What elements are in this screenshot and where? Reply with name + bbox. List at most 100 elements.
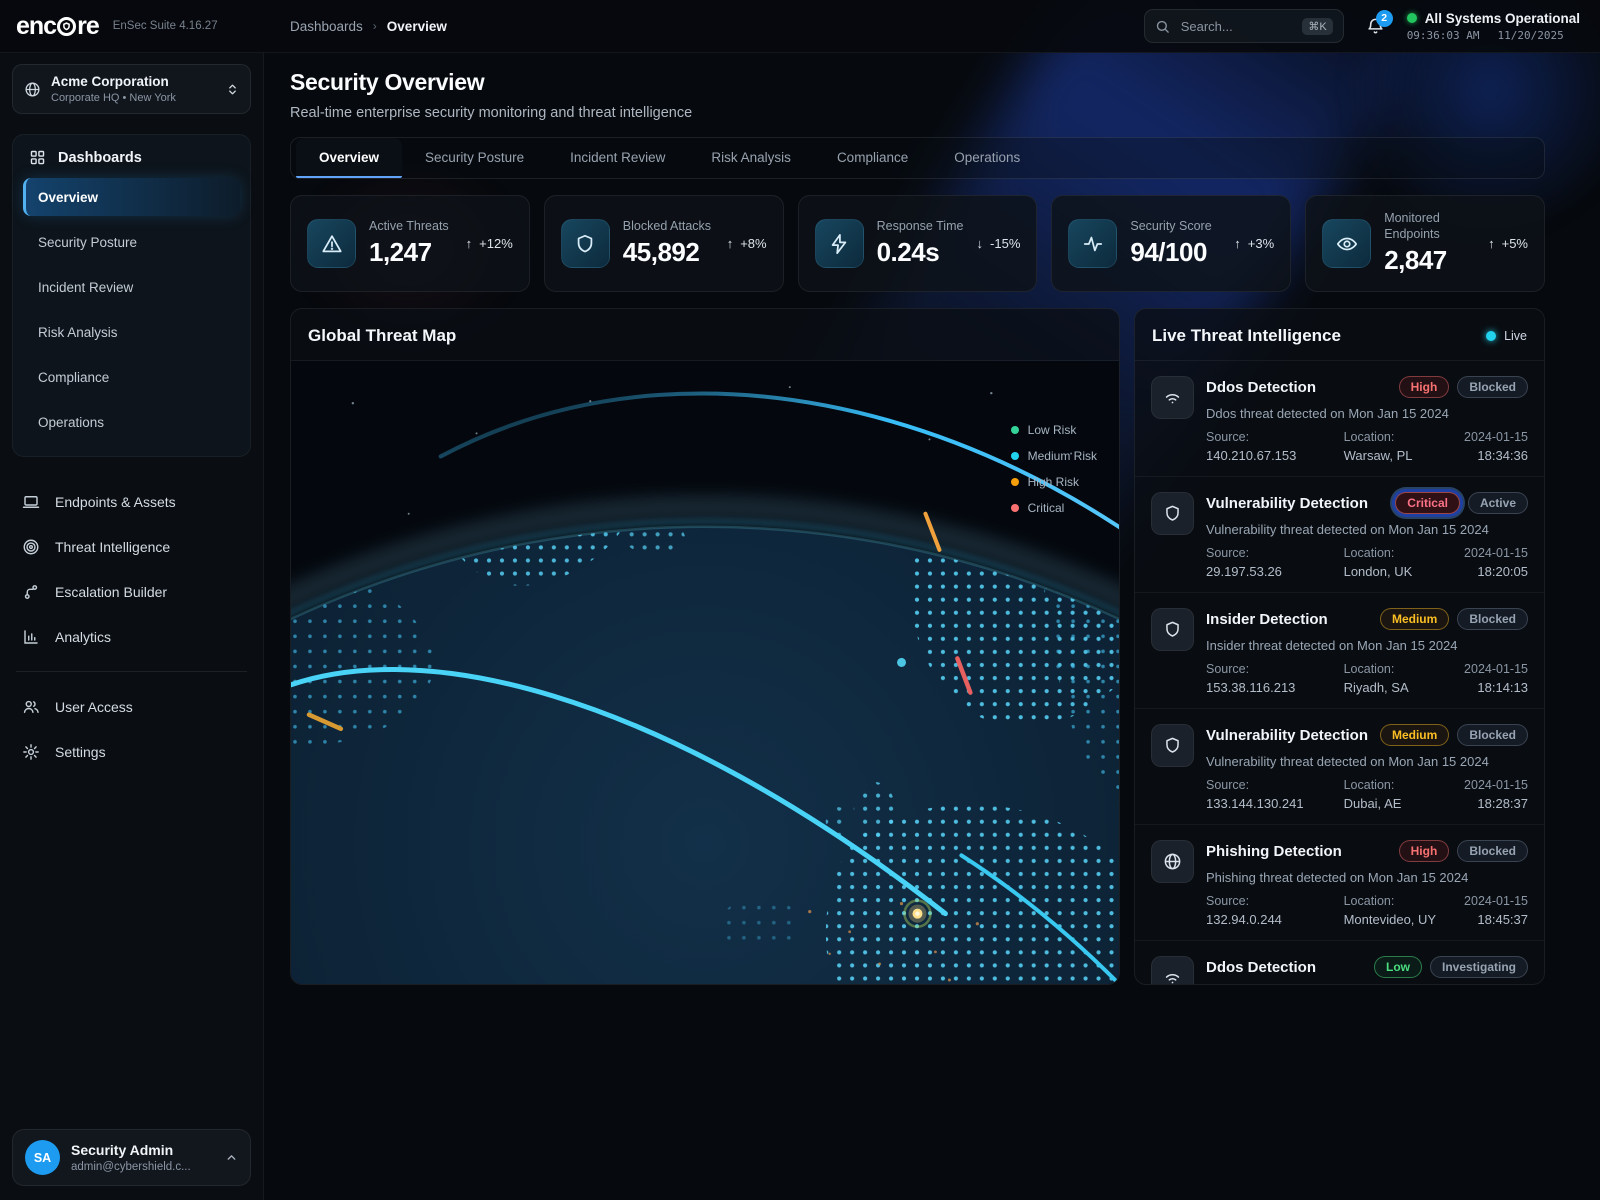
stat-delta: ↑ +12% xyxy=(465,236,513,251)
tab-risk-analysis[interactable]: Risk Analysis xyxy=(688,138,814,178)
shield-logo-icon xyxy=(57,16,77,36)
threat-title: Vulnerability Detection xyxy=(1206,494,1368,512)
threat-item[interactable]: Ddos Detection Low Investigating xyxy=(1135,941,1544,984)
sidebar-item-analytics[interactable]: Analytics xyxy=(12,614,251,659)
suite-version: EnSec Suite 4.16.27 xyxy=(112,20,218,32)
search-icon xyxy=(1156,20,1169,33)
sidebar-item-escalation-builder[interactable]: Escalation Builder xyxy=(12,569,251,614)
chevron-updown-icon xyxy=(226,83,239,96)
sidebar-item-security-posture[interactable]: Security Posture xyxy=(23,223,240,261)
org-selector[interactable]: Acme Corporation Corporate HQ • New York xyxy=(12,64,251,114)
tab-compliance[interactable]: Compliance xyxy=(814,138,931,178)
threat-date: 2024-01-15 xyxy=(1464,430,1528,444)
threat-map-canvas[interactable]: Low Risk Medium Risk High Risk Critical xyxy=(291,361,1119,984)
status-dot-icon xyxy=(1406,13,1417,23)
stat-card-monitored-endpoints: Monitored Endpoints 2,847 ↑ +5% xyxy=(1305,195,1545,292)
threat-time: 18:28:37 xyxy=(1477,796,1528,811)
encore-logo: enc re xyxy=(16,12,100,41)
sidebar-item-endpoints-assets[interactable]: Endpoints & Assets xyxy=(12,479,251,524)
sidebar-item-user-access[interactable]: User Access xyxy=(12,684,251,729)
stat-label: Blocked Attacks xyxy=(622,218,712,233)
stat-label: Security Score xyxy=(1130,218,1212,233)
users-icon xyxy=(22,698,40,716)
stat-value: 94/100 xyxy=(1130,237,1207,268)
user-menu[interactable]: SA Security Admin admin@cybershield.c... xyxy=(12,1129,251,1186)
tab-incident-review[interactable]: Incident Review xyxy=(547,138,688,178)
stat-label: Response Time xyxy=(876,218,964,233)
sidebar-divider xyxy=(16,671,247,672)
global-threat-map-panel: Global Threat Map Low Risk Medium Risk H… xyxy=(290,308,1120,985)
stat-delta: ↑ +8% xyxy=(726,236,767,251)
stat-value: 0.24s xyxy=(876,237,940,268)
arrow-up-icon: ↑ xyxy=(726,236,734,251)
shield-icon xyxy=(560,219,610,268)
shield-icon xyxy=(1151,724,1194,767)
sidebar-item-risk-analysis[interactable]: Risk Analysis xyxy=(23,313,240,351)
dashboards-group: Dashboards Overview Security Posture Incid… xyxy=(12,134,251,457)
shield-icon xyxy=(1151,608,1194,651)
gear-icon xyxy=(22,743,40,761)
eye-icon xyxy=(1322,219,1372,268)
clock-time: 09:36:03 AM xyxy=(1406,28,1480,42)
threat-date: 2024-01-15 xyxy=(1464,778,1528,792)
sidebar-item-threat-intelligence[interactable]: Threat Intelligence xyxy=(12,524,251,569)
status-badge: Blocked xyxy=(1457,608,1528,630)
threat-item[interactable]: Phishing Detection High Blocked Phishing… xyxy=(1135,825,1544,941)
tab-operations[interactable]: Operations xyxy=(931,138,1043,178)
live-threat-panel: Live Threat Intelligence Live Ddos Detec… xyxy=(1134,308,1545,985)
chevron-right-icon: › xyxy=(372,19,377,33)
threat-title: Ddos Detection xyxy=(1206,378,1317,396)
breadcrumb-dashboards[interactable]: Dashboards xyxy=(290,19,363,34)
bar-chart-icon xyxy=(22,628,40,646)
threat-source-ip: 153.38.116.213 xyxy=(1206,680,1296,695)
grid-icon xyxy=(30,150,45,165)
warning-icon xyxy=(307,219,356,268)
search-box[interactable]: ⌘K xyxy=(1143,9,1344,43)
legend-item: Medium Risk xyxy=(1010,449,1097,463)
threat-title: Vulnerability Detection xyxy=(1206,726,1368,744)
sidebar-item-compliance[interactable]: Compliance xyxy=(23,358,240,396)
notifications-button[interactable]: 2 xyxy=(1366,9,1393,36)
wifi-icon xyxy=(1151,376,1194,419)
stat-delta: ↓ -15% xyxy=(976,236,1021,251)
severity-badge: High xyxy=(1398,376,1450,398)
severity-badge: Low xyxy=(1373,956,1422,978)
globe-icon xyxy=(25,81,40,97)
threat-title: Ddos Detection xyxy=(1206,958,1317,976)
wifi-icon xyxy=(1151,956,1194,984)
threat-meta: Source: 29.197.53.26 Location: London, U… xyxy=(1206,546,1528,579)
search-input[interactable] xyxy=(1178,17,1294,35)
tab-security-posture[interactable]: Security Posture xyxy=(402,138,547,178)
dashboards-group-title: Dashboards xyxy=(58,149,142,166)
threat-description: Vulnerability threat detected on Mon Jan… xyxy=(1206,754,1489,769)
sidebar-item-incident-review[interactable]: Incident Review xyxy=(23,268,240,306)
sidebar: Acme Corporation Corporate HQ • New York… xyxy=(0,52,264,1200)
activity-icon xyxy=(1068,219,1118,268)
threat-item[interactable]: Insider Detection Medium Blocked Insider… xyxy=(1135,593,1544,709)
threat-meta: Source: 153.38.116.213 Location: Riyadh,… xyxy=(1206,662,1528,695)
threat-item[interactable]: Vulnerability Detection Critical Active … xyxy=(1135,477,1544,593)
notification-badge: 2 xyxy=(1375,9,1393,27)
org-detail: Corporate HQ • New York xyxy=(51,92,176,104)
threat-list: Ddos Detection High Blocked Ddos threat … xyxy=(1135,361,1544,984)
page-title: Security Overview xyxy=(290,69,485,95)
status-badge: Blocked xyxy=(1457,840,1528,862)
map-legend: Low Risk Medium Risk High Risk Critical xyxy=(1010,423,1097,515)
threat-time: 18:14:13 xyxy=(1477,680,1528,695)
arrow-up-icon: ↑ xyxy=(1234,236,1241,251)
threat-item[interactable]: Ddos Detection High Blocked Ddos threat … xyxy=(1135,361,1544,477)
status-badge: Blocked xyxy=(1457,376,1528,398)
user-name: Security Admin xyxy=(71,1142,174,1158)
legend-item: Low Risk xyxy=(1010,423,1097,437)
threat-date: 2024-01-15 xyxy=(1464,546,1528,560)
system-status: All Systems Operational 09:36:03 AM 11/2… xyxy=(1406,11,1580,42)
org-name: Acme Corporation xyxy=(51,74,169,89)
stats-row: Active Threats 1,247 ↑ +12% Blocked Atta… xyxy=(290,195,1545,292)
sidebar-item-overview[interactable]: Overview xyxy=(23,178,240,216)
stat-label: Active Threats xyxy=(369,218,449,233)
sidebar-item-settings[interactable]: Settings xyxy=(12,729,251,774)
threat-item[interactable]: Vulnerability Detection Medium Blocked V… xyxy=(1135,709,1544,825)
sidebar-item-operations[interactable]: Operations xyxy=(23,403,240,441)
tab-overview[interactable]: Overview xyxy=(296,138,403,178)
threat-source-ip: 140.210.67.153 xyxy=(1206,448,1297,463)
